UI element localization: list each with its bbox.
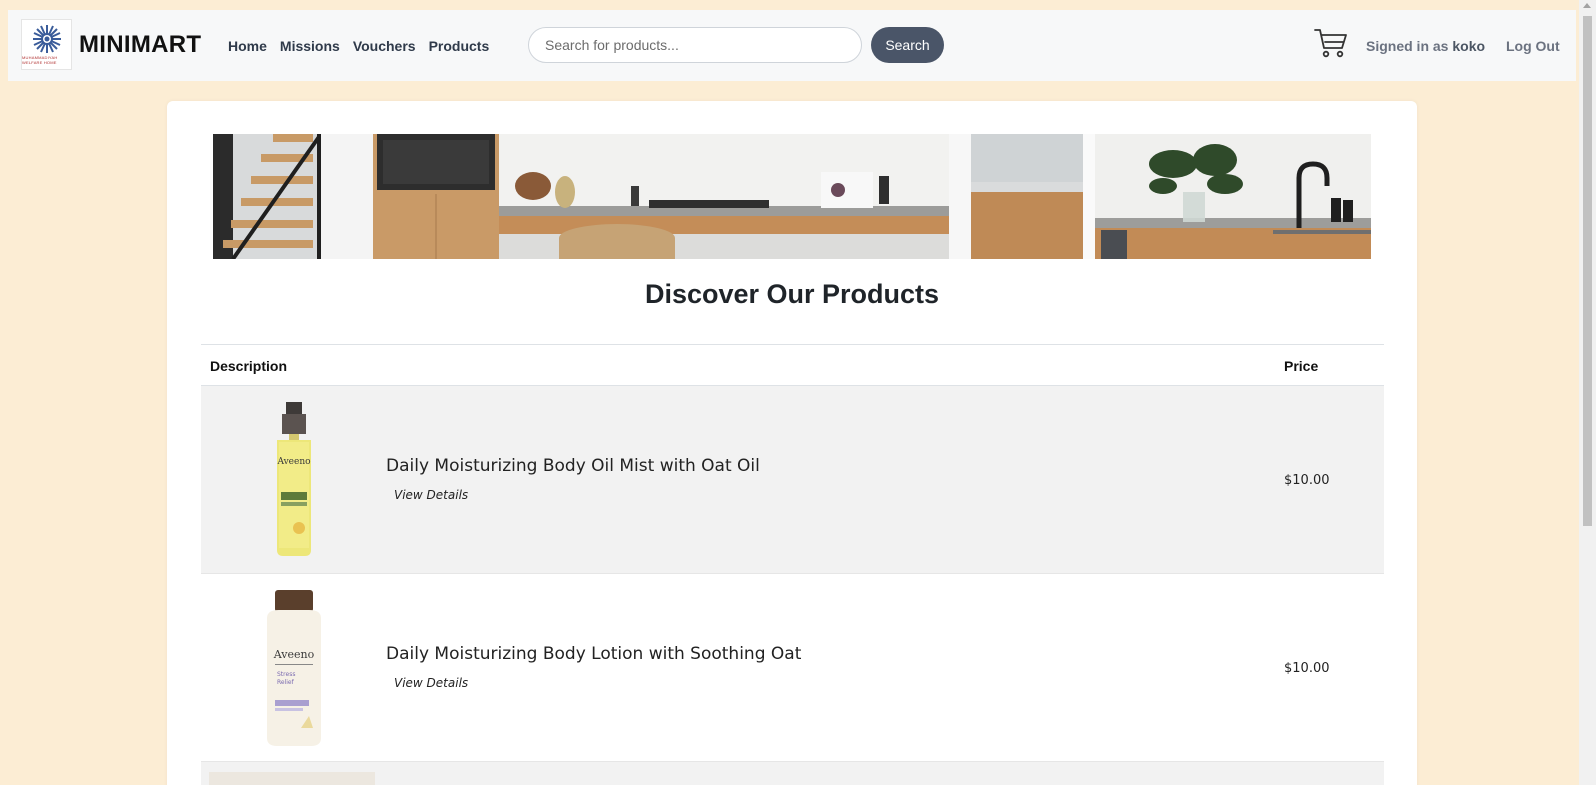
column-header-description: Description bbox=[210, 358, 288, 374]
view-details-link[interactable]: View Details bbox=[394, 488, 468, 502]
site-logo[interactable]: MUHAMMADIYAH WELFARE HOME bbox=[21, 19, 72, 70]
nav-link-home[interactable]: Home bbox=[228, 38, 267, 54]
product-price: $10.00 bbox=[1284, 473, 1330, 488]
search-input[interactable] bbox=[528, 27, 862, 63]
brand-name[interactable]: MINIMART bbox=[79, 31, 201, 59]
svg-text:Aveeno: Aveeno bbox=[273, 648, 315, 661]
scroll-up-arrow-icon[interactable] bbox=[1583, 3, 1591, 8]
product-price: $10.00 bbox=[1284, 661, 1330, 676]
vertical-scrollbar[interactable] bbox=[1579, 0, 1596, 785]
table-row bbox=[201, 762, 1384, 785]
column-header-price: Price bbox=[1284, 358, 1319, 374]
nav-link-missions[interactable]: Missions bbox=[280, 38, 340, 54]
logout-link[interactable]: Log Out bbox=[1506, 38, 1560, 54]
svg-text:Relief: Relief bbox=[277, 679, 295, 686]
products-table: Description Price Aveeno Daily Moisturiz… bbox=[201, 344, 1384, 785]
table-row: Aveeno Stress Relief Daily Moisturizing … bbox=[201, 574, 1384, 762]
banner-image bbox=[213, 134, 1371, 259]
nav-links: Home Missions Vouchers Products bbox=[228, 38, 502, 54]
username: koko bbox=[1452, 38, 1486, 54]
logo-emblem-icon bbox=[32, 25, 61, 53]
top-strip bbox=[0, 0, 1596, 10]
scrollbar-thumb[interactable] bbox=[1583, 16, 1592, 526]
product-name[interactable]: Daily Moisturizing Body Oil Mist with Oa… bbox=[386, 456, 760, 476]
logo-caption: MUHAMMADIYAH WELFARE HOME bbox=[22, 55, 58, 65]
table-row: Aveeno Daily Moisturizing Body Oil Mist … bbox=[201, 386, 1384, 574]
product-image-body-lotion[interactable]: Aveeno Stress Relief bbox=[249, 588, 339, 748]
nav-link-products[interactable]: Products bbox=[429, 38, 490, 54]
main-card: Discover Our Products Description Price … bbox=[167, 101, 1417, 785]
signed-in-prefix: Signed in as bbox=[1366, 38, 1449, 54]
product-image[interactable] bbox=[209, 772, 375, 785]
cart-icon[interactable] bbox=[1314, 26, 1348, 60]
product-image-body-oil-mist[interactable]: Aveeno bbox=[249, 400, 339, 560]
svg-text:Stress: Stress bbox=[277, 671, 295, 678]
svg-text:Aveeno: Aveeno bbox=[276, 457, 310, 467]
signed-in-status: Signed in as koko bbox=[1366, 38, 1485, 54]
table-header: Description Price bbox=[201, 344, 1384, 386]
page-title: Discover Our Products bbox=[644, 279, 940, 309]
view-details-link[interactable]: View Details bbox=[394, 676, 468, 690]
nav-link-vouchers[interactable]: Vouchers bbox=[353, 38, 416, 54]
product-name[interactable]: Daily Moisturizing Body Lotion with Soot… bbox=[386, 644, 801, 664]
navbar: MUHAMMADIYAH WELFARE HOME MINIMART Home … bbox=[8, 10, 1576, 81]
search-button[interactable]: Search bbox=[871, 27, 944, 63]
